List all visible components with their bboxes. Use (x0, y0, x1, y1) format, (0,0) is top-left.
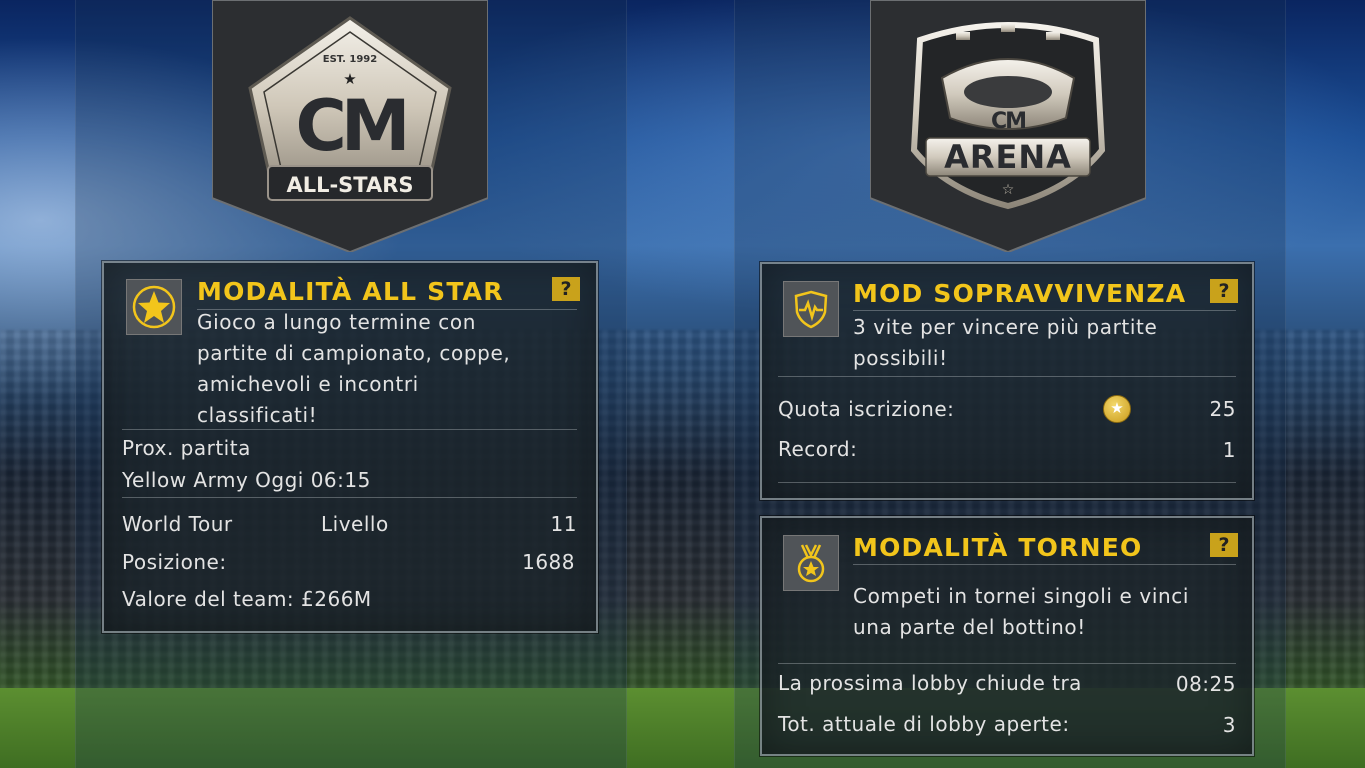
open-lobbies-value: 3 (1222, 713, 1236, 737)
logo-cm-mark: CM (295, 85, 404, 167)
divider (122, 497, 577, 498)
tournament-description: Competi in tornei singoli e vinci una pa… (853, 581, 1243, 643)
survival-description: 3 vite per vincere più partite possibili… (853, 312, 1243, 374)
survival-mode-panel[interactable]: MOD SOPRAVVIVENZA ? 3 vite per vincere p… (760, 262, 1254, 500)
description-line: Competi in tornei singoli e vinci (853, 584, 1190, 608)
arena-banner: ARENA (944, 138, 1072, 176)
logo-est-text: EST. 1992 (323, 54, 377, 65)
description-line: una parte del bottino! (853, 615, 1086, 639)
divider (778, 482, 1236, 483)
open-lobbies-label: Tot. attuale di lobby aperte: (778, 712, 1070, 736)
next-match-label: Prox. partita (122, 436, 251, 460)
entry-fee-value: 25 (1209, 397, 1236, 421)
all-stars-logo[interactable]: EST. 1992 ★ CM ALL-STARS (211, 0, 489, 254)
all-star-help-button[interactable]: ? (552, 277, 580, 301)
next-match-value: Yellow Army Oggi 06:15 (122, 468, 371, 492)
tournament-title: MODALITÀ TORNEO (853, 533, 1143, 562)
description-line: classificati! (197, 403, 318, 427)
divider (778, 376, 1236, 377)
star-coin-icon: ★ (1103, 395, 1131, 423)
tournament-help-button[interactable]: ? (1210, 533, 1238, 557)
medal-icon (783, 535, 839, 591)
description-line: 3 vite per vincere più partite (853, 315, 1158, 339)
svg-text:☆: ☆ (1002, 182, 1015, 198)
record-value: 1 (1222, 438, 1236, 462)
arena-cm-mark: CM (991, 109, 1025, 134)
position-label: Posizione: (122, 550, 227, 574)
record-label: Record: (778, 437, 858, 461)
description-line: Gioco a lungo termine con (197, 310, 476, 334)
description-line: possibili! (853, 346, 948, 370)
description-line: partite di campionato, coppe, (197, 341, 511, 365)
level-value: 11 (550, 512, 577, 536)
all-star-description: Gioco a lungo termine con partite di cam… (197, 307, 587, 431)
position-value: 1688 (522, 550, 575, 574)
all-star-title: MODALITÀ ALL STAR (197, 277, 504, 306)
logo-all-stars-banner: ALL-STARS (286, 173, 413, 197)
lobby-closes-label: La prossima lobby chiude tra (778, 671, 1082, 695)
all-star-mode-panel[interactable]: MODALITÀ ALL STAR ? Gioco a lungo termin… (102, 261, 598, 633)
survival-help-button[interactable]: ? (1210, 279, 1238, 303)
entry-fee-label: Quota iscrizione: (778, 397, 955, 421)
divider (778, 663, 1236, 664)
heartbeat-shield-icon (783, 281, 839, 337)
lobby-closes-value: 08:25 (1175, 672, 1236, 696)
world-tour-label: World Tour (122, 512, 233, 536)
arena-logo[interactable]: CM ARENA ☆ (869, 0, 1147, 254)
star-badge-icon (126, 279, 182, 335)
divider (122, 429, 577, 430)
divider (853, 310, 1236, 311)
level-label: Livello (321, 512, 389, 536)
tournament-mode-panel[interactable]: MODALITÀ TORNEO ? Competi in tornei sing… (760, 516, 1254, 756)
description-line: amichevoli e incontri (197, 372, 419, 396)
survival-title: MOD SOPRAVVIVENZA (853, 279, 1187, 308)
team-value-text: Valore del team: £266M (122, 587, 372, 611)
divider (853, 564, 1236, 565)
